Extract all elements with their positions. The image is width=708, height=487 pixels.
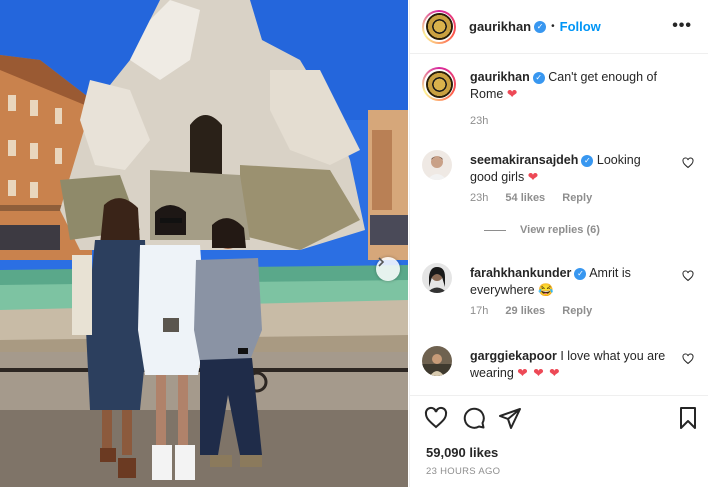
chevron-right-icon (378, 257, 385, 267)
follow-button[interactable]: Follow (560, 19, 601, 34)
comment-emoji: ❤ ❤ ❤ (517, 366, 561, 380)
commenter-avatar[interactable] (422, 263, 452, 293)
reply-button[interactable]: Reply (562, 192, 592, 204)
commenter-avatar[interactable] (422, 346, 452, 376)
bookmark-icon[interactable] (676, 406, 700, 430)
verified-badge-icon: ✓ (574, 267, 587, 280)
comments-list: gaurikhan ✓ Can't get enough of Rome ❤ 23… (410, 55, 708, 390)
comment-username[interactable]: farahkhankunder (470, 266, 571, 280)
more-icon[interactable]: ••• (672, 17, 692, 35)
author-username[interactable]: gaurikhan (469, 19, 531, 34)
caption: gaurikhan ✓ Can't get enough of Rome ❤ 23… (422, 67, 696, 127)
post-header: gaurikhan ✓ • Follow ••• (410, 0, 708, 54)
likes-count[interactable]: 59,090 likes (426, 445, 498, 460)
photo-scene (0, 0, 408, 487)
heart-icon[interactable] (682, 270, 694, 282)
post-photo[interactable] (0, 0, 408, 487)
verified-badge-icon: ✓ (581, 154, 594, 167)
caption-time[interactable]: 23h (470, 115, 488, 127)
comment-username[interactable]: garggiekapoor (470, 349, 557, 363)
comment-item: farahkhankunder ✓ Amrit is everywhere 😂 1… (422, 263, 696, 328)
share-icon[interactable] (498, 406, 522, 430)
caption-avatar[interactable] (422, 67, 456, 101)
comment-likes[interactable]: 54 likes (505, 192, 545, 204)
comment-emoji: ❤ (527, 170, 539, 184)
comment-likes[interactable]: 29 likes (505, 305, 545, 317)
verified-badge-icon: ✓ (534, 20, 547, 33)
like-heart-icon[interactable] (424, 406, 448, 430)
comment-icon[interactable] (462, 406, 486, 430)
author-avatar[interactable] (422, 9, 456, 44)
view-replies-label: View replies (6) (520, 224, 600, 236)
heart-icon[interactable] (682, 157, 694, 169)
post-timestamp[interactable]: 23 HOURS AGO (426, 466, 500, 477)
caption-username[interactable]: gaurikhan (470, 70, 530, 84)
verified-badge-icon: ✓ (532, 71, 545, 84)
reply-button[interactable]: Reply (562, 305, 592, 317)
separator-dot: • (551, 21, 555, 32)
comment-item: seemakiransajdeh ✓ Looking good girls ❤ 2… (422, 150, 696, 250)
comment-time[interactable]: 17h (470, 305, 488, 317)
heart-icon[interactable] (682, 353, 694, 365)
action-bar (410, 395, 708, 439)
view-replies-button[interactable]: View replies (6) (484, 224, 600, 236)
comment-item: garggiekapoor I love what you are wearin… (422, 346, 696, 390)
caption-emoji: ❤ (506, 87, 518, 101)
comment-emoji: 😂 (538, 283, 554, 297)
comment-username[interactable]: seemakiransajdeh (470, 153, 578, 167)
commenter-avatar[interactable] (422, 150, 452, 180)
comment-time[interactable]: 23h (470, 192, 488, 204)
post-details-panel: gaurikhan ✓ • Follow ••• gaurikhan ✓ Can'… (409, 0, 708, 487)
next-photo-button[interactable] (376, 257, 400, 281)
